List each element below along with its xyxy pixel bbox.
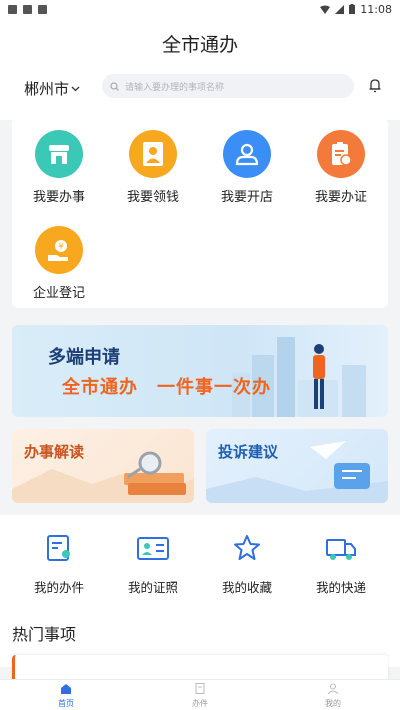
tab-home[interactable]: 首页 — [31, 683, 101, 709]
clock: 11:08 — [360, 2, 392, 16]
home-icon — [61, 684, 71, 694]
star-icon — [234, 535, 260, 560]
service-label: 我要办证 — [314, 190, 367, 205]
svg-text:¥: ¥ — [58, 242, 63, 251]
document-person-icon — [47, 535, 70, 561]
card-label: 办事解读 — [24, 443, 85, 461]
search-placeholder: 请输入要办理的事项名称 — [125, 82, 225, 93]
service-grid: 我要办事 我要领钱 我要开店 我要办证 ¥ 企业登记 — [12, 118, 388, 308]
id-card-icon — [137, 537, 169, 560]
card-label: 投诉建议 — [218, 443, 279, 461]
my-label: 我的快递 — [315, 580, 366, 595]
status-bar: 11:08 — [0, 0, 400, 18]
signal-icon — [335, 4, 345, 14]
service-label: 我要开店 — [220, 190, 273, 205]
banner-subtitle: 全市通办 一件事一次办 — [62, 377, 271, 398]
banner-title: 多端申请 — [48, 347, 120, 368]
promo-banner[interactable]: 多端申请 全市通办 一件事一次办 — [12, 325, 388, 417]
city-illustration — [232, 337, 366, 417]
search-input[interactable]: 请输入要办理的事项名称 — [102, 74, 354, 98]
my-kuaidi[interactable]: 我的快递 — [294, 533, 388, 596]
service-banshi[interactable]: 我要办事 — [12, 130, 106, 205]
service-label: 我要办事 — [32, 190, 85, 205]
card-tousu-jianyi[interactable]: 投诉建议 — [206, 429, 388, 503]
coin-hand-icon: ¥ — [35, 226, 83, 274]
tab-label: 办件 — [192, 699, 208, 708]
card-banshi-jiedu[interactable]: 办事解读 — [12, 429, 194, 503]
header: 全市通办 郴州市 请输入要办理的事项名称 — [0, 18, 400, 120]
storefront-icon — [35, 130, 83, 178]
status-icons-left — [8, 4, 47, 14]
service-label: 我要领钱 — [126, 190, 179, 205]
tab-label: 我的 — [325, 699, 341, 708]
my-section: 我的办件 我的证照 我的收藏 我的快递 — [0, 515, 400, 607]
my-zhengzhao[interactable]: 我的证照 — [106, 533, 200, 596]
service-kaidian[interactable]: 我要开店 — [200, 130, 294, 205]
hot-title: 热门事项 — [12, 625, 77, 644]
search-icon — [110, 81, 119, 91]
tab-banjian[interactable]: 办件 — [165, 683, 235, 709]
hot-section: 热门事项 — [0, 607, 400, 685]
my-shoucang[interactable]: 我的收藏 — [200, 533, 294, 596]
bell-icon[interactable] — [368, 78, 382, 93]
chevron-down-icon — [71, 86, 80, 91]
page-title: 全市通办 — [161, 34, 238, 56]
document-icon — [195, 683, 205, 694]
city-label: 郴州市 — [24, 80, 70, 98]
notification-icon — [23, 4, 32, 14]
my-label: 我的办件 — [33, 580, 84, 595]
bottom-tab-bar: 首页 办件 我的 — [0, 679, 400, 710]
user-icon — [223, 130, 271, 178]
my-label: 我的证照 — [127, 580, 178, 595]
wifi-icon — [320, 5, 331, 14]
tab-label: 首页 — [58, 699, 74, 708]
truck-icon — [326, 539, 356, 560]
service-label: 企业登记 — [32, 286, 85, 301]
city-selector[interactable]: 郴州市 — [24, 78, 80, 99]
notification-icon — [8, 4, 17, 14]
service-qiye[interactable]: ¥ 企业登记 — [12, 226, 106, 301]
notification-icon — [38, 4, 47, 14]
service-lingqian[interactable]: 我要领钱 — [106, 130, 200, 205]
battery-icon — [349, 4, 356, 14]
my-banjian[interactable]: 我的办件 — [12, 533, 106, 596]
tab-mine[interactable]: 我的 — [298, 683, 368, 709]
my-label: 我的收藏 — [221, 580, 272, 595]
clipboard-icon — [317, 130, 365, 178]
user-icon — [327, 683, 339, 695]
service-banzheng[interactable]: 我要办证 — [294, 130, 388, 205]
person-card-icon — [129, 130, 177, 178]
